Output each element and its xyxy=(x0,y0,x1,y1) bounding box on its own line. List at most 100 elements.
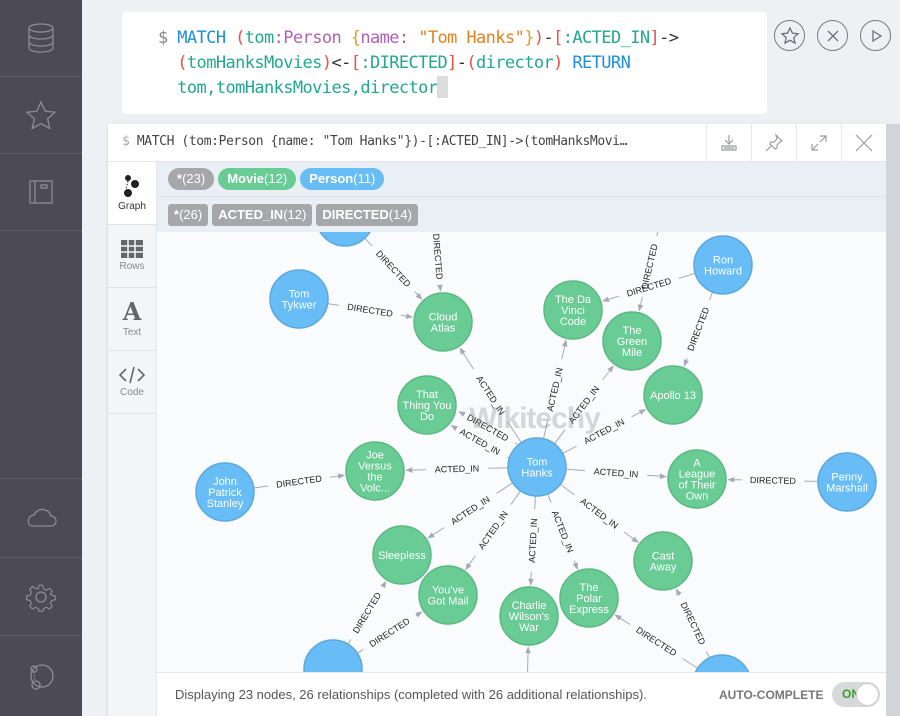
node-caption: Howard xyxy=(704,266,742,278)
movie-node-joe[interactable]: JoeVersustheVolc... xyxy=(345,441,405,501)
favorite-query-button[interactable] xyxy=(774,20,805,51)
nav-database[interactable] xyxy=(0,0,82,77)
relationship-line xyxy=(450,425,458,431)
person-node-tykwer[interactable]: TomTykwer xyxy=(269,269,329,329)
page-scrollbar[interactable] xyxy=(886,124,900,716)
relationship-acted-in[interactable]: ACTED_IN xyxy=(527,495,539,586)
tab-text[interactable]: A Text xyxy=(108,288,156,351)
relationship-label: DIRECTED xyxy=(374,249,413,290)
relationship-acted-in[interactable]: ACTED_IN xyxy=(405,463,509,475)
pin-button[interactable] xyxy=(751,124,796,161)
relationship-line xyxy=(656,232,659,237)
database-icon xyxy=(28,23,54,53)
relationship-line xyxy=(506,456,510,459)
rel-pill-all[interactable]: *(26) xyxy=(168,203,209,226)
node-caption: Hanks xyxy=(521,468,553,480)
status-bar: Displaying 23 nodes, 26 relationships (c… xyxy=(157,672,886,716)
tab-graph[interactable]: Graph xyxy=(108,162,156,225)
relationship-directed[interactable]: DIRECTED xyxy=(253,473,345,490)
result-frame: $ MATCH (tom:Person {name: "Tom Hanks"})… xyxy=(108,124,886,716)
relationship-line xyxy=(253,485,269,489)
rel-pill-directed[interactable]: DIRECTED(14) xyxy=(316,203,418,226)
relationship-directed[interactable]: DIRECTED xyxy=(431,232,445,292)
person-node-penny[interactable]: PennyMarshall xyxy=(817,452,877,512)
movie-node-charlie[interactable]: CharlieWilson'sWar xyxy=(499,586,559,646)
tab-code[interactable]: Code xyxy=(108,351,156,414)
frame-query[interactable]: $ MATCH (tom:Person {name: "Tom Hanks"})… xyxy=(122,134,627,149)
clear-query-button[interactable] xyxy=(817,20,848,51)
relationship-line xyxy=(565,468,585,472)
relationship-line xyxy=(683,358,690,367)
frame-toolbar xyxy=(706,124,886,162)
relationship-line xyxy=(547,493,552,503)
label-pill-all[interactable]: *(23) xyxy=(168,168,215,190)
autocomplete-toggle[interactable]: ON xyxy=(832,682,880,707)
person-node-p_bl[interactable] xyxy=(303,639,363,672)
movie-node-davinci[interactable]: The DaVinciCode xyxy=(543,280,603,340)
close-icon xyxy=(827,30,838,41)
tab-rows[interactable]: Rows xyxy=(108,225,156,288)
star-icon xyxy=(779,25,800,44)
relationship-acted-in[interactable]: ACTED_IN xyxy=(559,483,639,543)
relationship-acted-in[interactable]: ACTED_IN xyxy=(547,493,579,570)
relationship-directed[interactable]: DIRECTED xyxy=(675,588,710,659)
play-icon xyxy=(871,29,882,42)
relationship-label: ACTED_IN xyxy=(545,367,565,413)
relationship-[interactable] xyxy=(525,646,531,672)
relationship-acted-in[interactable]: ACTED_IN xyxy=(565,466,667,480)
relationship-directed[interactable]: DIRECTED xyxy=(327,302,414,319)
movie-node-mail[interactable]: You'veGot Mail xyxy=(418,565,478,625)
relationship-directed[interactable]: DIRECTED xyxy=(683,291,714,367)
label-pill-person[interactable]: Person(11) xyxy=(300,168,385,190)
close-frame-button[interactable] xyxy=(841,124,886,161)
graph-svg[interactable]: ACTED_IN ACTED_IN ACTED_INACTED_INACTED_IN… xyxy=(157,232,886,672)
relationship-directed[interactable]: DIRECTED xyxy=(637,232,660,312)
relationship-line xyxy=(528,571,534,586)
run-query-button[interactable] xyxy=(860,20,891,51)
relationship-directed[interactable]: DIRECTED xyxy=(614,614,698,669)
person-node-ron[interactable]: RonHoward xyxy=(693,235,753,295)
query-editor[interactable]: $ MATCH (tom:Person {name: "Tom Hanks"})… xyxy=(122,12,767,114)
relationship-label: DIRECTED xyxy=(368,616,413,650)
nav-settings[interactable] xyxy=(0,558,82,636)
movie-node-apollo[interactable]: Apollo 13 xyxy=(643,365,703,425)
relationship-label: ACTED_IN xyxy=(593,466,638,479)
relationship-label: DIRECTED xyxy=(685,305,711,352)
movie-node-green[interactable]: TheGreenMile xyxy=(602,311,662,371)
relationship-line xyxy=(514,442,517,445)
nav-about[interactable] xyxy=(0,636,82,716)
rel-types-row: *(26) ACTED_IN(12) DIRECTED(14) xyxy=(157,197,886,232)
relationship-line xyxy=(678,272,696,279)
download-button[interactable] xyxy=(706,124,751,161)
person-node-p_br[interactable] xyxy=(693,654,751,672)
label-pill-movie[interactable]: Movie(12) xyxy=(218,168,297,190)
nav-favorites[interactable] xyxy=(0,77,82,154)
person-node-tom[interactable]: TomHanks xyxy=(507,437,567,497)
relationship-label: ACTED_IN xyxy=(527,518,539,563)
relationship-acted-in[interactable]: ACTED_IN xyxy=(542,339,568,439)
text-cursor xyxy=(437,76,449,98)
relationship-line xyxy=(623,531,639,543)
movie-node-sleepless[interactable]: Sleepless xyxy=(372,525,432,585)
relationship-label: DIRECTED xyxy=(431,233,445,280)
relationship-label: DIRECTED xyxy=(634,625,678,659)
movie-node-thatthing[interactable]: ThatThing YouDo xyxy=(397,375,457,435)
graph-canvas[interactable]: ACTED_IN ACTED_IN ACTED_IN ACTED_IN ACTED_IN… xyxy=(157,232,886,672)
relationship-directed[interactable]: DIRECTED xyxy=(727,475,819,486)
node-caption: Atlas xyxy=(431,323,456,335)
nav-documents[interactable] xyxy=(0,154,82,231)
movie-node-cloud[interactable]: CloudAtlas xyxy=(413,292,473,352)
movie-node-league[interactable]: ALeagueof TheirOwn xyxy=(667,449,727,509)
relationship-label: ACTED_IN xyxy=(550,509,576,554)
rel-pill-acted-in[interactable]: ACTED_IN(12) xyxy=(212,203,313,226)
nav-cloud[interactable] xyxy=(0,478,82,558)
movie-node-polar[interactable]: ThePolarExpress xyxy=(559,568,619,628)
relationship-line xyxy=(637,296,644,312)
relationship-line xyxy=(414,291,423,300)
relationship-line xyxy=(327,303,340,306)
person-node-john[interactable]: JohnPatrickStanley xyxy=(195,462,255,522)
relationship-directed[interactable]: DIRECTED xyxy=(364,237,423,300)
movie-node-cast[interactable]: CastAway xyxy=(633,531,693,591)
graph-legend: *(23) Movie(12) Person(11) *(26) ACTED_I… xyxy=(157,162,886,232)
fullscreen-button[interactable] xyxy=(796,124,841,161)
